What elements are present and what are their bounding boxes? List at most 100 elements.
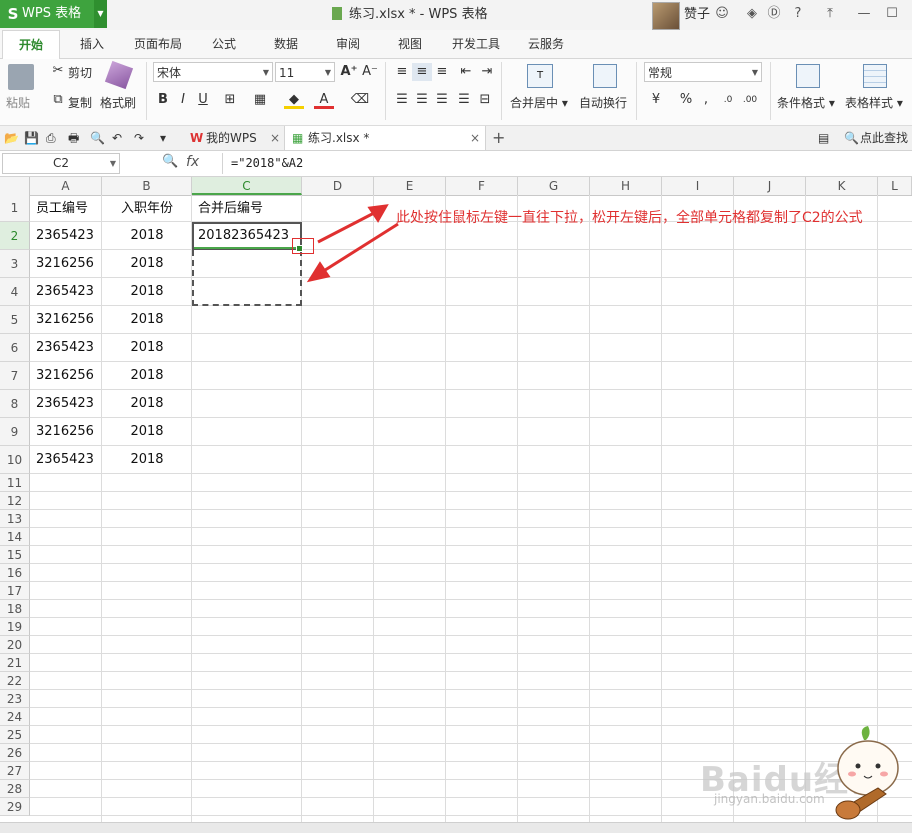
wrap-text-button[interactable]: 自动换行 — [579, 94, 627, 111]
feedback-icon[interactable]: Ⓓ — [766, 6, 782, 22]
increase-indent-icon[interactable]: ⇥ — [477, 63, 497, 81]
tab-home[interactable]: 开始 — [2, 30, 60, 60]
maximize-icon[interactable]: ☐ — [884, 6, 900, 22]
cell-a3[interactable]: 3216256 — [36, 250, 96, 278]
font-size-select[interactable]: 11 ▼ — [275, 62, 335, 82]
find-command-button[interactable]: 点此查找命 — [860, 126, 912, 169]
skin-icon[interactable]: ◈ — [744, 6, 760, 22]
app-menu-dropdown-icon[interactable]: ▼ — [94, 0, 107, 28]
align-middle-icon[interactable]: ≡ — [412, 63, 432, 81]
borders-icon[interactable]: ⊞ — [220, 91, 240, 109]
close-tab-icon[interactable]: × — [470, 126, 480, 150]
row-header-27[interactable]: 27 — [0, 762, 30, 780]
tab-data[interactable]: 数据 — [260, 30, 312, 58]
row-header-9[interactable]: 9 — [0, 418, 30, 446]
scissors-icon[interactable]: ✂ — [48, 62, 68, 80]
fill-color-icon[interactable]: ◆ — [284, 91, 304, 109]
row-header-8[interactable]: 8 — [0, 390, 30, 418]
justify-icon[interactable]: ☰ — [454, 91, 474, 109]
cell-b2[interactable]: 2018 — [108, 222, 186, 250]
row-header-5[interactable]: 5 — [0, 306, 30, 334]
tab-file-label[interactable]: 练习.xlsx * — [308, 126, 369, 150]
select-all-corner[interactable] — [0, 177, 30, 195]
tab-insert[interactable]: 插入 — [66, 30, 118, 58]
column-header-a[interactable]: A — [30, 177, 102, 195]
column-header-g[interactable]: G — [518, 177, 590, 195]
merge-center-button[interactable]: 合并居中 ▾ — [510, 94, 568, 111]
currency-icon[interactable]: ¥ — [646, 91, 666, 109]
table-style-button[interactable]: 表格样式 ▾ — [845, 94, 903, 111]
row-header-13[interactable]: 13 — [0, 510, 30, 528]
row-header-6[interactable]: 6 — [0, 334, 30, 362]
undo-icon[interactable]: ↶ — [112, 126, 122, 150]
tab-formula[interactable]: 公式 — [198, 30, 250, 58]
align-bottom-icon[interactable]: ≡ — [432, 63, 452, 81]
increase-font-icon[interactable]: A⁺ — [339, 63, 359, 81]
align-right-icon[interactable]: ☰ — [432, 91, 452, 109]
print-icon[interactable]: 🖶 — [68, 126, 79, 150]
percent-icon[interactable]: % — [676, 91, 696, 109]
tab-review[interactable]: 审阅 — [322, 30, 374, 58]
cell-a10[interactable]: 2365423 — [36, 446, 96, 474]
cut-button[interactable]: 剪切 — [68, 64, 92, 81]
column-header-d[interactable]: D — [302, 177, 374, 195]
row-header-26[interactable]: 26 — [0, 744, 30, 762]
font-name-select[interactable]: 宋体 ▼ — [153, 62, 273, 82]
row-header-15[interactable]: 15 — [0, 546, 30, 564]
conditional-format-icon[interactable] — [796, 64, 820, 88]
customize-toolbar-icon[interactable]: ▾ — [160, 126, 166, 150]
column-header-f[interactable]: F — [446, 177, 518, 195]
cell-b10[interactable]: 2018 — [108, 446, 186, 474]
row-header-14[interactable]: 14 — [0, 528, 30, 546]
redo-icon[interactable]: ↷ — [134, 126, 144, 150]
decrease-indent-icon[interactable]: ⇤ — [456, 63, 476, 81]
column-header-i[interactable]: I — [662, 177, 734, 195]
tab-developer[interactable]: 开发工具 — [444, 30, 508, 58]
user-name[interactable]: 赞子 — [684, 0, 710, 30]
row-header-17[interactable]: 17 — [0, 582, 30, 600]
zoom-search-icon[interactable]: 🔍 — [162, 154, 178, 169]
column-header-h[interactable]: H — [590, 177, 662, 195]
format-painter-button[interactable]: 格式刷 — [100, 94, 136, 111]
column-header-k[interactable]: K — [806, 177, 878, 195]
thousands-icon[interactable]: , — [696, 91, 716, 109]
row-header-1[interactable]: 1 — [0, 195, 30, 222]
row-header-24[interactable]: 24 — [0, 708, 30, 726]
row-header-10[interactable]: 10 — [0, 446, 30, 474]
row-header-7[interactable]: 7 — [0, 362, 30, 390]
tab-page-layout[interactable]: 页面布局 — [128, 30, 188, 58]
minimize-icon[interactable]: — — [856, 6, 872, 22]
row-header-16[interactable]: 16 — [0, 564, 30, 582]
conditional-format-button[interactable]: 条件格式 ▾ — [777, 94, 835, 111]
name-box[interactable]: C2 ▼ — [2, 153, 120, 174]
search-icon[interactable]: 🔍 — [844, 126, 859, 150]
row-header-28[interactable]: 28 — [0, 780, 30, 798]
font-color-icon[interactable]: A — [314, 91, 334, 109]
print-preview-icon[interactable]: 🔍 — [90, 126, 105, 150]
merge-center-icon[interactable]: T — [527, 64, 553, 88]
bold-icon[interactable]: B — [153, 91, 173, 109]
increase-decimal-icon[interactable]: .0 — [718, 91, 738, 109]
cell-b9[interactable]: 2018 — [108, 418, 186, 446]
cell-a4[interactable]: 2365423 — [36, 278, 96, 306]
italic-icon[interactable]: I — [173, 91, 193, 109]
cell-a9[interactable]: 3216256 — [36, 418, 96, 446]
row-header-3[interactable]: 3 — [0, 250, 30, 278]
row-header-11[interactable]: 11 — [0, 474, 30, 492]
row-header-22[interactable]: 22 — [0, 672, 30, 690]
row-header-25[interactable]: 25 — [0, 726, 30, 744]
row-header-18[interactable]: 18 — [0, 600, 30, 618]
tab-cloud[interactable]: 云服务 — [516, 30, 576, 58]
cell-a5[interactable]: 3216256 — [36, 306, 96, 334]
align-left-icon[interactable]: ☰ — [392, 91, 412, 109]
save-icon[interactable]: 💾 — [24, 126, 39, 150]
row-header-12[interactable]: 12 — [0, 492, 30, 510]
tab-view[interactable]: 视图 — [384, 30, 436, 58]
formula-input[interactable]: ="2018"&A2 — [222, 153, 912, 174]
cell-b7[interactable]: 2018 — [108, 362, 186, 390]
cell-a7[interactable]: 3216256 — [36, 362, 96, 390]
align-center-icon[interactable]: ☰ — [412, 91, 432, 109]
row-header-23[interactable]: 23 — [0, 690, 30, 708]
row-header-4[interactable]: 4 — [0, 278, 30, 306]
app-menu-button[interactable]: S WPS 表格 — [0, 0, 94, 28]
